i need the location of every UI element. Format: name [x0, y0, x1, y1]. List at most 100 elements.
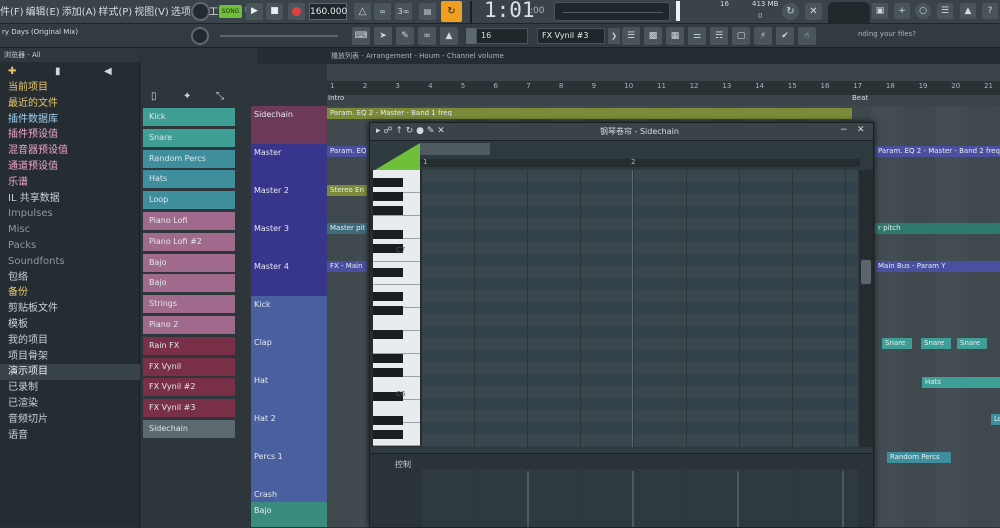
black-key[interactable]	[373, 306, 403, 315]
black-key[interactable]	[373, 178, 403, 187]
browser-item[interactable]: 我的项目	[0, 333, 140, 349]
metronome-button[interactable]: △	[354, 3, 371, 20]
mixer-icon[interactable]: ⚌	[688, 27, 706, 45]
channel-button[interactable]: Snare	[143, 128, 235, 147]
browser-item[interactable]: 音频切片	[0, 412, 140, 428]
browser-item[interactable]: 项目骨架	[0, 349, 140, 365]
black-key[interactable]	[373, 330, 403, 339]
channel-button[interactable]: Bajo	[143, 274, 235, 293]
clip-eq-band2[interactable]: Param. EQ 2 - Master - Band 2 freq	[875, 146, 1000, 157]
keyboard-icon[interactable]: ⌨	[352, 27, 370, 45]
refresh-icon[interactable]: ↻	[782, 3, 799, 20]
browser-item[interactable]: 最近的文件	[0, 96, 140, 112]
channel-rack-icon[interactable]: ▦	[666, 27, 684, 45]
song-position-time[interactable]: 1:01	[484, 0, 535, 22]
channel-button[interactable]: Piano Lofi #2	[143, 232, 235, 251]
link-icon[interactable]: ∞	[418, 27, 436, 45]
stop-button[interactable]: ■	[266, 3, 283, 20]
note-grid[interactable]	[422, 170, 858, 447]
browser-item[interactable]: Misc	[0, 222, 140, 238]
browser-item[interactable]: 插件预设值	[0, 127, 140, 143]
menu-item[interactable]: 件(F)	[0, 7, 24, 18]
clip-fx-main[interactable]: FX - Main	[327, 261, 367, 272]
piano-roll-ruler[interactable]: 1 2	[420, 158, 860, 167]
menu-item[interactable]: 样式(P)	[98, 7, 132, 18]
master-volume-slider[interactable]	[676, 1, 680, 21]
save-icon[interactable]: ▣	[872, 3, 888, 19]
browser-item[interactable]: 已录制	[0, 380, 140, 396]
browser-item[interactable]: 演示项目	[0, 364, 140, 381]
browser-item[interactable]: Packs	[0, 238, 140, 254]
pattern-song-knob[interactable]	[191, 2, 210, 21]
clip-param-eq[interactable]: Param. EQ	[327, 146, 367, 157]
black-key[interactable]	[373, 292, 403, 301]
channel-button[interactable]: Loop	[143, 191, 235, 210]
track-header[interactable]: Kick	[251, 296, 327, 334]
pencil-icon[interactable]: ✎	[396, 27, 414, 45]
minimize-icon[interactable]: −	[840, 125, 848, 135]
channel-button[interactable]: FX Vynil #3	[143, 399, 235, 418]
track-header[interactable]: Master 4	[251, 258, 327, 296]
piano-keyboard[interactable]	[370, 170, 422, 447]
pattern-number-field[interactable]: 16	[476, 28, 528, 44]
clip-r-pitch[interactable]: r pitch	[875, 223, 1000, 234]
browser-item[interactable]: 模板	[0, 317, 140, 333]
browser-item[interactable]: IL 共享数据	[0, 191, 140, 207]
browser-item[interactable]: Soundfonts	[0, 254, 140, 270]
playlist-ruler[interactable]: 1 2 3 4 5 6 7 8 9 10 11 12 13 14 15 16 17 18 19 20 21	[327, 81, 1000, 95]
channel-button[interactable]: Kick	[143, 108, 235, 126]
browser-item[interactable]: 备份	[0, 285, 140, 301]
play-button[interactable]: ▶	[246, 3, 263, 20]
black-key[interactable]	[373, 368, 403, 377]
step-edit-icon[interactable]: ▤	[419, 3, 436, 20]
touch-icon[interactable]: ☝	[798, 27, 816, 45]
track-header[interactable]: Master	[251, 144, 327, 182]
record-button[interactable]	[288, 3, 305, 20]
channel-button[interactable]: Random Percs	[143, 149, 235, 168]
black-key[interactable]	[373, 192, 403, 201]
track-header[interactable]: Sidechain	[251, 106, 327, 144]
plugin-icon[interactable]: ▲	[960, 3, 976, 19]
channel-button[interactable]: Rain FX	[143, 336, 235, 355]
track-header[interactable]: Crash	[251, 486, 327, 502]
clip-random-percs[interactable]: Random Percs	[887, 452, 951, 463]
event-lane[interactable]	[422, 469, 858, 527]
track-header[interactable]: Master 2	[251, 182, 327, 220]
black-key[interactable]	[373, 416, 403, 425]
song-mode-button[interactable]: SONG	[219, 5, 242, 18]
channel-button[interactable]: Hats	[143, 170, 235, 189]
main-volume-knob[interactable]	[191, 27, 209, 45]
add-icon[interactable]: +	[894, 3, 910, 19]
channel-button[interactable]: FX Vynil	[143, 357, 235, 376]
clip-master-pitch[interactable]: Master pit	[327, 223, 367, 234]
browser-item[interactable]: 混音器预设值	[0, 143, 140, 159]
file-icon[interactable]: ▮	[55, 66, 61, 77]
piano-keys-icon[interactable]: ▯	[151, 91, 157, 102]
clip-hats[interactable]: Hats	[922, 377, 1000, 388]
plugin-picker-icon[interactable]: ⚡	[754, 27, 772, 45]
wait-input-icon[interactable]: ∞	[374, 3, 391, 20]
close-icon[interactable]: ✕	[857, 125, 865, 135]
channel-button[interactable]: Piano Lofi	[143, 212, 235, 230]
channel-button[interactable]: Sidechain	[143, 420, 235, 438]
add-folder-icon[interactable]: ✚	[8, 66, 16, 77]
browser-item[interactable]: 插件数据库	[0, 112, 140, 128]
menu-item[interactable]: 编辑(E)	[26, 7, 60, 18]
track-header[interactable]: Percs 1	[251, 448, 327, 486]
back-arrow-icon[interactable]: ◀	[104, 66, 112, 77]
piano-roll-icon[interactable]: ▩	[644, 27, 662, 45]
news-icon[interactable]: ☰	[937, 3, 953, 19]
project-icon[interactable]: ▢	[732, 27, 750, 45]
loop-record-icon[interactable]: ↻	[441, 1, 462, 22]
channel-selector[interactable]: FX Vynil #3	[537, 28, 605, 44]
tempo-display[interactable]: 160.000	[309, 3, 347, 20]
browser-item[interactable]: 语音	[0, 428, 140, 444]
clip-snare-3[interactable]: Snare	[957, 338, 987, 349]
main-pitch-slider[interactable]	[220, 35, 338, 37]
browser-item[interactable]: Impulses	[0, 206, 140, 222]
clip-snare-2[interactable]: Snare	[921, 338, 951, 349]
channel-button[interactable]: Strings	[143, 295, 235, 314]
playlist-icon[interactable]: ☰	[622, 27, 640, 45]
browser-item[interactable]: 当前项目	[0, 80, 140, 96]
channel-button[interactable]: Bajo	[143, 253, 235, 272]
